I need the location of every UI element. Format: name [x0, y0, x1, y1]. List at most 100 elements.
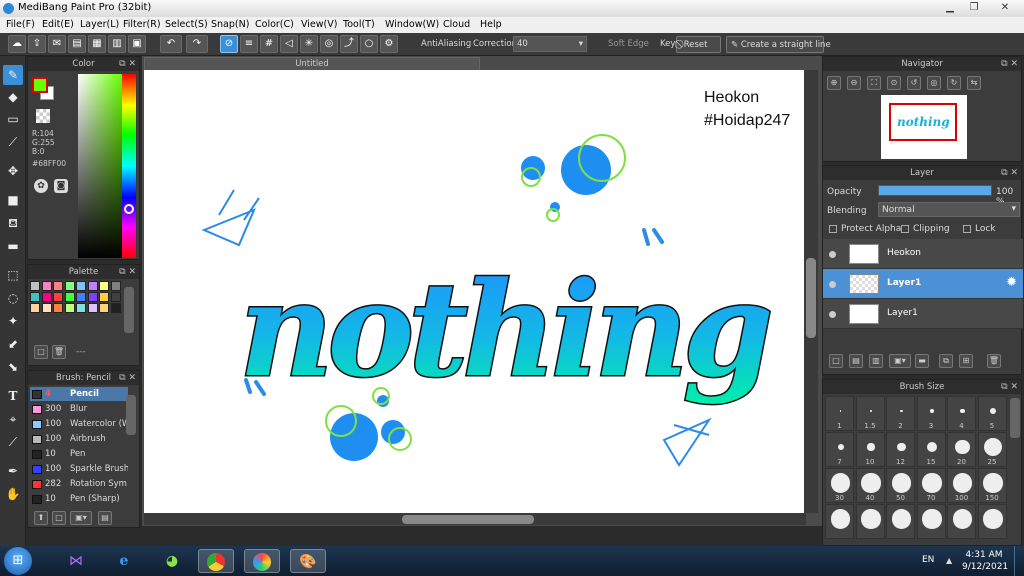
layer-row[interactable]: Heokon	[823, 239, 1023, 269]
select-pen-tool-icon[interactable]: ⬋	[3, 334, 23, 354]
snap-off-icon[interactable]: ⊘	[220, 35, 238, 53]
language-indicator[interactable]: EN	[922, 555, 934, 565]
maximize-button[interactable]: ❐	[962, 0, 986, 16]
menu-snap[interactable]: Snap(N)	[211, 19, 249, 30]
brush-size-cell[interactable]: 20	[947, 432, 976, 467]
palette-swatch[interactable]	[76, 303, 86, 313]
clipping-checkbox[interactable]	[901, 225, 909, 233]
palette-swatch[interactable]	[110, 281, 121, 291]
menu-layer[interactable]: Layer(L)	[80, 19, 119, 30]
cloud-icon[interactable]: ☁	[8, 35, 26, 53]
hand-tool-icon[interactable]: ✋	[3, 484, 23, 504]
internet-explorer-icon[interactable]: e	[106, 549, 142, 573]
eyedropper-tool-icon[interactable]: ⟋	[3, 432, 23, 452]
brush-item[interactable]: 10 Pen (Sharp)	[30, 492, 128, 506]
redo-icon[interactable]: ↷	[186, 35, 208, 53]
panel-close-icon[interactable]: ⧉ ✕	[1001, 57, 1018, 71]
panel-close-icon[interactable]: ⧉ ✕	[119, 265, 136, 279]
lasso-tool-icon[interactable]: ◌	[3, 288, 23, 308]
hue-handle[interactable]	[124, 204, 134, 214]
new-8bit-layer-icon[interactable]: ▥	[869, 354, 883, 368]
curve-snap-icon[interactable]: ⤴	[340, 35, 358, 53]
palette-swatch[interactable]	[64, 281, 75, 291]
select-rect-tool-icon[interactable]: ▭	[3, 109, 23, 129]
gear-icon[interactable]: ✹	[1006, 275, 1017, 290]
hue-slider[interactable]	[122, 74, 136, 258]
select-tool-icon[interactable]: ⬚	[3, 265, 23, 285]
vanish-snap-icon[interactable]: ◁	[280, 35, 298, 53]
palette-swatch[interactable]	[30, 281, 40, 291]
palette-swatch[interactable]	[53, 292, 63, 302]
text-tool-icon[interactable]: T	[3, 386, 23, 406]
brush-size-cell[interactable]	[947, 504, 976, 539]
undo-icon[interactable]: ↶	[160, 35, 182, 53]
palette-swatch[interactable]	[76, 281, 86, 291]
menu-edit[interactable]: Edit(E)	[42, 19, 74, 30]
brush-size-cell[interactable]: 1.5	[855, 396, 885, 431]
straight-line-button[interactable]: ✎ Create a straight line	[726, 36, 831, 53]
menu-filter[interactable]: Filter(R)	[123, 19, 161, 30]
palette-swatch[interactable]	[53, 281, 63, 291]
eraser-tool-icon[interactable]: ◆	[3, 87, 23, 107]
start-button-icon[interactable]: ⊞	[4, 547, 32, 575]
material-icon[interactable]: ▥	[108, 35, 126, 53]
panel-close-icon[interactable]: ⧉ ✕	[119, 371, 136, 385]
brush-settings-icon[interactable]: ▤	[98, 511, 112, 525]
brush-size-cell[interactable]	[825, 504, 854, 539]
merge-layer-icon[interactable]: ⊞	[959, 354, 973, 368]
rotate-right-icon[interactable]: ↻	[947, 76, 961, 90]
brush-size-cell[interactable]: 100	[947, 468, 976, 503]
reset-button[interactable]: ⃠ Reset	[676, 36, 721, 53]
new-layer-icon[interactable]: □	[829, 354, 843, 368]
new-doc-icon[interactable]: ▤	[68, 35, 86, 53]
cross-snap-icon[interactable]: #	[260, 35, 278, 53]
palette-swatch[interactable]	[87, 292, 98, 302]
brush-item[interactable]: 10 Pen	[30, 447, 128, 461]
palette-swatch[interactable]	[53, 303, 63, 313]
fit-icon[interactable]: ⛶	[867, 76, 881, 90]
gradient-tool-icon[interactable]: ▬	[3, 236, 23, 256]
correction-select[interactable]: 40 ▾	[513, 36, 587, 52]
flip-icon[interactable]: ⇆	[967, 76, 981, 90]
layer-row[interactable]: Layer1	[823, 299, 1023, 329]
layer-menu-icon[interactable]: ▣▾	[889, 354, 911, 368]
menu-window[interactable]: Window(W)	[385, 19, 439, 30]
bucket-tool-icon[interactable]: ⛾	[3, 213, 23, 233]
panel-close-icon[interactable]: ⧉ ✕	[119, 57, 136, 71]
chat-icon[interactable]: ✉	[48, 35, 66, 53]
palette-swatch[interactable]	[99, 303, 109, 313]
fg-color-swatch[interactable]	[32, 77, 48, 93]
show-desktop-button[interactable]	[1014, 546, 1024, 576]
palette-swatch[interactable]	[110, 292, 121, 302]
eye-icon[interactable]	[829, 281, 836, 288]
rotate-reset-icon[interactable]: ◎	[927, 76, 941, 90]
vertical-scrollbar[interactable]	[804, 70, 818, 513]
delete-palette-icon[interactable]: 🗑	[52, 345, 66, 359]
parallel-snap-icon[interactable]: ≡	[240, 35, 258, 53]
palette-swatch[interactable]	[41, 281, 52, 291]
horizontal-scroll-thumb[interactable]	[402, 515, 534, 524]
navigator-preview[interactable]: nothing	[881, 95, 967, 159]
palette-swatch[interactable]	[87, 303, 98, 313]
add-palette-icon[interactable]: □	[34, 345, 48, 359]
lock-checkbox[interactable]	[963, 225, 971, 233]
pen-tool-icon[interactable]: ✒	[3, 461, 23, 481]
menu-help[interactable]: Help	[480, 19, 502, 30]
rotate-left-icon[interactable]: ↺	[907, 76, 921, 90]
divide-tool-icon[interactable]: ⌖	[3, 409, 23, 429]
layer-row[interactable]: Layer1 ✹	[823, 269, 1023, 299]
zoom-out-icon[interactable]: ⊖	[847, 76, 861, 90]
tray-arrow-icon[interactable]: ▲	[946, 556, 952, 565]
brush-size-cell[interactable]: 10	[855, 432, 885, 467]
image-icon[interactable]: ▣	[128, 35, 146, 53]
brush-size-cell[interactable]: 30	[825, 468, 854, 503]
brush-size-cell[interactable]: 3	[916, 396, 946, 431]
snap-settings-icon[interactable]: ⚙	[380, 35, 398, 53]
brush-size-cell[interactable]: 70	[916, 468, 946, 503]
brush-item[interactable]: 100 Sparkle Brush	[30, 462, 128, 476]
menu-cloud[interactable]: Cloud	[443, 19, 470, 30]
paint-icon[interactable]: 🎨	[290, 549, 326, 573]
brush-size-cell[interactable]	[886, 504, 915, 539]
brush-menu-icon[interactable]: ▣▾	[70, 511, 92, 525]
palette-swatch[interactable]	[64, 292, 75, 302]
